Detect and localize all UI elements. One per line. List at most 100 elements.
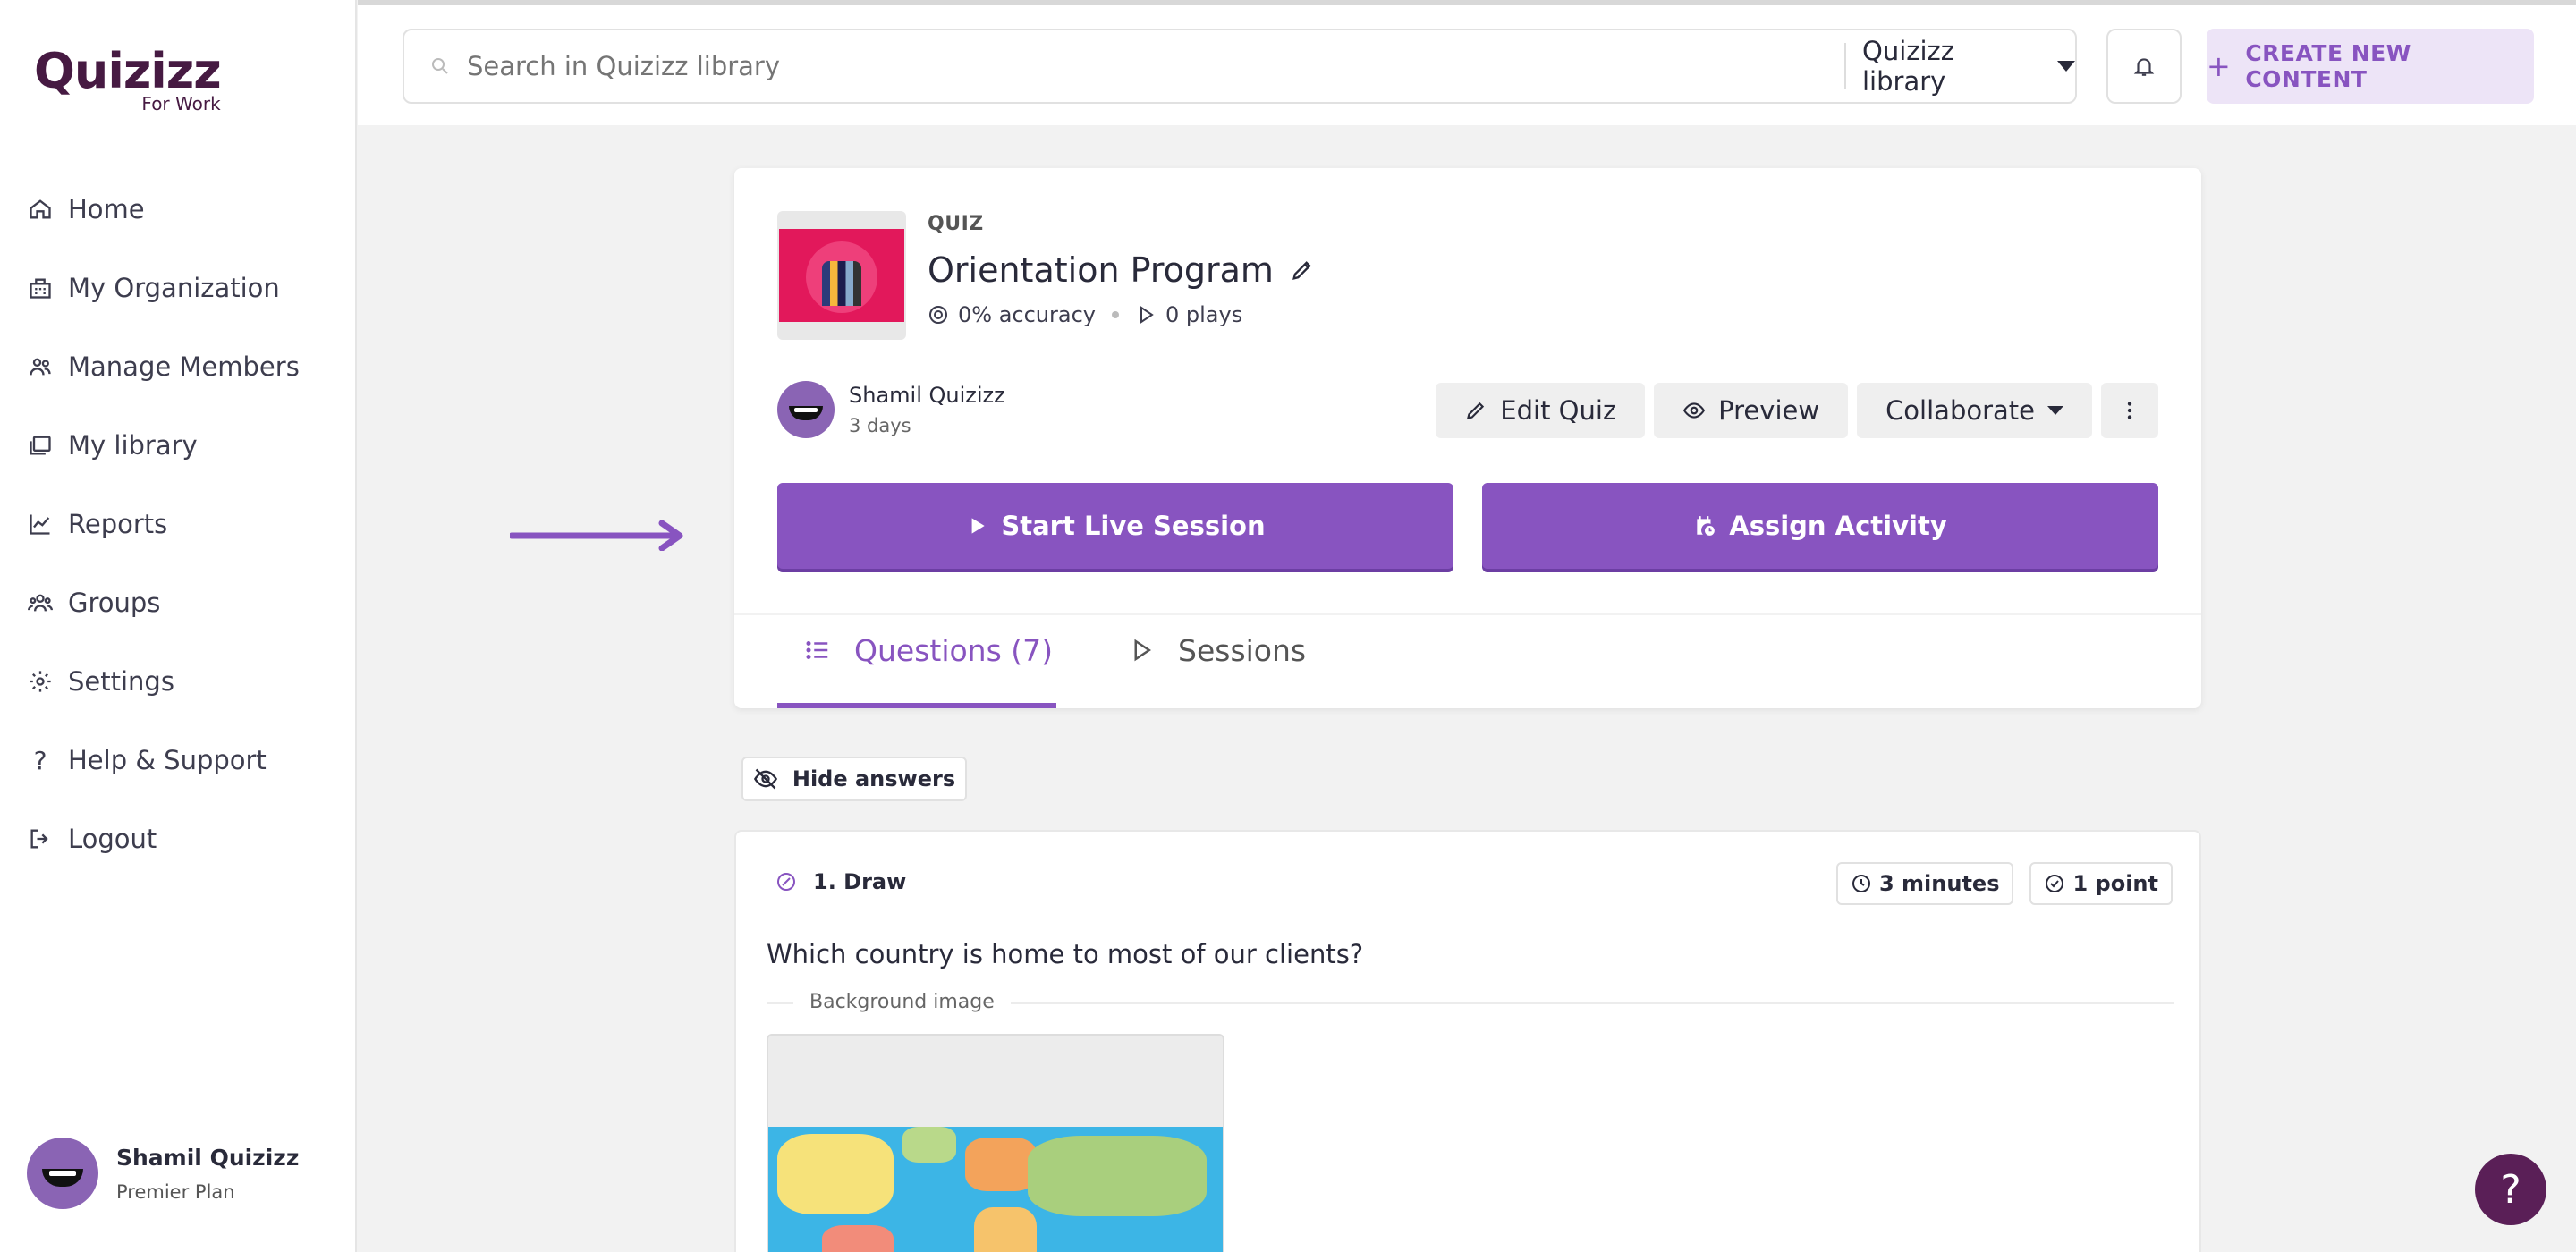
gear-icon [27, 668, 54, 695]
author-time: 3 days [849, 415, 911, 436]
more-vertical-icon [2127, 402, 2132, 419]
quizizz-logo[interactable]: Quizizz For Work [34, 43, 222, 115]
eye-icon [1683, 402, 1706, 419]
sidebar-item-groups[interactable]: Groups [27, 563, 300, 642]
groups-icon [27, 589, 54, 616]
tab-sessions[interactable]: Sessions [1128, 633, 1306, 708]
calendar-clock-icon [1697, 516, 1716, 536]
sidebar-item-label: Help & Support [68, 745, 267, 775]
logo-main-text: Quizizz [34, 43, 222, 99]
top-bar: Quizizz library + CREATE NEW CONTENT [358, 0, 2576, 125]
tab-questions-label: Questions (7) [854, 633, 1054, 668]
author-name: Shamil Quizizz [849, 383, 1005, 408]
more-options-button[interactable] [2101, 383, 2158, 438]
quiz-actions: Edit Quiz Preview Collaborate [1436, 383, 2158, 438]
edit-quiz-button[interactable]: Edit Quiz [1436, 383, 1646, 438]
collaborate-label: Collaborate [1885, 395, 2035, 426]
quiz-author: Shamil Quizizz 3 days [777, 381, 1005, 438]
preview-label: Preview [1718, 395, 1820, 426]
profile-name: Shamil Quizizz [116, 1144, 300, 1171]
sidebar-item-reports[interactable]: Reports [27, 485, 300, 563]
sidebar-item-label: Manage Members [68, 351, 300, 382]
members-icon [27, 353, 54, 380]
hide-answers-label: Hide answers [792, 766, 956, 791]
home-icon [27, 196, 54, 223]
sidebar-item-label: Logout [68, 824, 157, 854]
search-icon [432, 58, 448, 74]
background-image [767, 1034, 1224, 1252]
assign-activity-label: Assign Activity [1729, 511, 1947, 541]
profile-plan: Premier Plan [116, 1180, 235, 1203]
tab-sessions-label: Sessions [1178, 633, 1307, 668]
logout-icon [27, 825, 54, 852]
quiz-type: QUIZ [928, 213, 984, 235]
background-image-label: Background image [793, 991, 1011, 1013]
notifications-button[interactable] [2106, 29, 2182, 104]
play-icon [1134, 639, 1152, 662]
caret-down-icon [2057, 61, 2075, 72]
search-input[interactable] [467, 51, 1809, 81]
quiz-thumbnail[interactable] [777, 211, 906, 340]
pencil-icon [1467, 402, 1485, 420]
preview-button[interactable]: Preview [1654, 383, 1849, 438]
draw-icon [777, 873, 795, 891]
quiz-card: QUIZ Orientation Program 0% accuracy 0 p… [734, 168, 2201, 708]
sidebar-item-settings[interactable]: Settings [27, 642, 300, 721]
duration-text: 3 minutes [1878, 871, 2000, 896]
create-new-content-button[interactable]: + CREATE NEW CONTENT [2207, 29, 2534, 104]
quiz-stats: 0% accuracy 0 plays [928, 302, 1242, 327]
sidebar-item-my-organization[interactable]: My Organization [27, 249, 300, 327]
help-chat-button[interactable]: ? [2475, 1154, 2546, 1225]
avatar [777, 381, 835, 438]
plus-icon: + [2207, 49, 2232, 83]
question-text: Which country is home to most of our cli… [767, 939, 1364, 969]
caret-down-icon [2047, 406, 2063, 415]
quiz-title: Orientation Program [928, 250, 1315, 290]
sidebar-item-label: My Organization [68, 273, 280, 303]
search-divider [1844, 43, 1846, 89]
question-card: 1. Draw 3 minutes 1 point Which country … [734, 830, 2201, 1252]
question-heading: 1. Draw [775, 869, 906, 894]
edit-quiz-label: Edit Quiz [1500, 395, 1617, 426]
sidebar-nav: Home My Organization Manage Members My l… [27, 170, 300, 878]
list-icon [806, 641, 828, 659]
sidebar-item-my-library[interactable]: My library [27, 406, 300, 485]
duration-badge[interactable]: 3 minutes [1835, 862, 2014, 905]
sidebar-item-help-support[interactable]: ? Help & Support [27, 721, 300, 799]
question-icon: ? [33, 745, 47, 775]
organization-icon [27, 275, 54, 301]
points-badge[interactable]: 1 point [2029, 862, 2173, 905]
question-icon: ? [2500, 1166, 2521, 1213]
sidebar-item-label: My library [68, 430, 198, 461]
clock-icon [1852, 875, 1870, 892]
start-live-session-button[interactable]: Start Live Session [777, 483, 1453, 569]
search-box[interactable]: Quizizz library [402, 29, 2077, 104]
sidebar-item-manage-members[interactable]: Manage Members [27, 327, 300, 406]
quiz-title-text: Orientation Program [928, 250, 1274, 290]
avatar [27, 1138, 98, 1209]
target-icon [929, 306, 947, 324]
bell-icon [2133, 58, 2155, 76]
hide-answers-button[interactable]: Hide answers [741, 757, 967, 801]
sidebar-item-logout[interactable]: Logout [27, 799, 300, 878]
library-dropdown-label: Quizizz library [1862, 36, 1954, 97]
library-icon [27, 432, 54, 459]
collaborate-button[interactable]: Collaborate [1857, 383, 2092, 438]
sidebar-item-home[interactable]: Home [27, 170, 300, 249]
user-profile[interactable]: Shamil Quizizz Premier Plan [27, 1138, 299, 1209]
play-icon [971, 518, 986, 534]
arrow-right-icon [510, 520, 683, 551]
separator-dot [1111, 311, 1119, 318]
check-circle-icon [2046, 875, 2064, 892]
sidebar-item-label: Groups [68, 588, 161, 618]
tabs-divider [734, 613, 2201, 615]
tab-questions[interactable]: Questions (7) [777, 633, 1056, 708]
sidebar-item-label: Reports [68, 509, 168, 539]
assign-activity-button[interactable]: Assign Activity [1482, 483, 2158, 569]
library-dropdown[interactable]: Quizizz library [1862, 30, 2075, 102]
start-live-session-label: Start Live Session [1001, 511, 1266, 541]
question-meta: 3 minutes 1 point [1835, 862, 2173, 905]
sidebar: Quizizz For Work Home My Organization Ma… [0, 0, 357, 1252]
pencil-icon[interactable] [1290, 258, 1315, 283]
create-button-label: CREATE NEW CONTENT [2245, 40, 2411, 92]
